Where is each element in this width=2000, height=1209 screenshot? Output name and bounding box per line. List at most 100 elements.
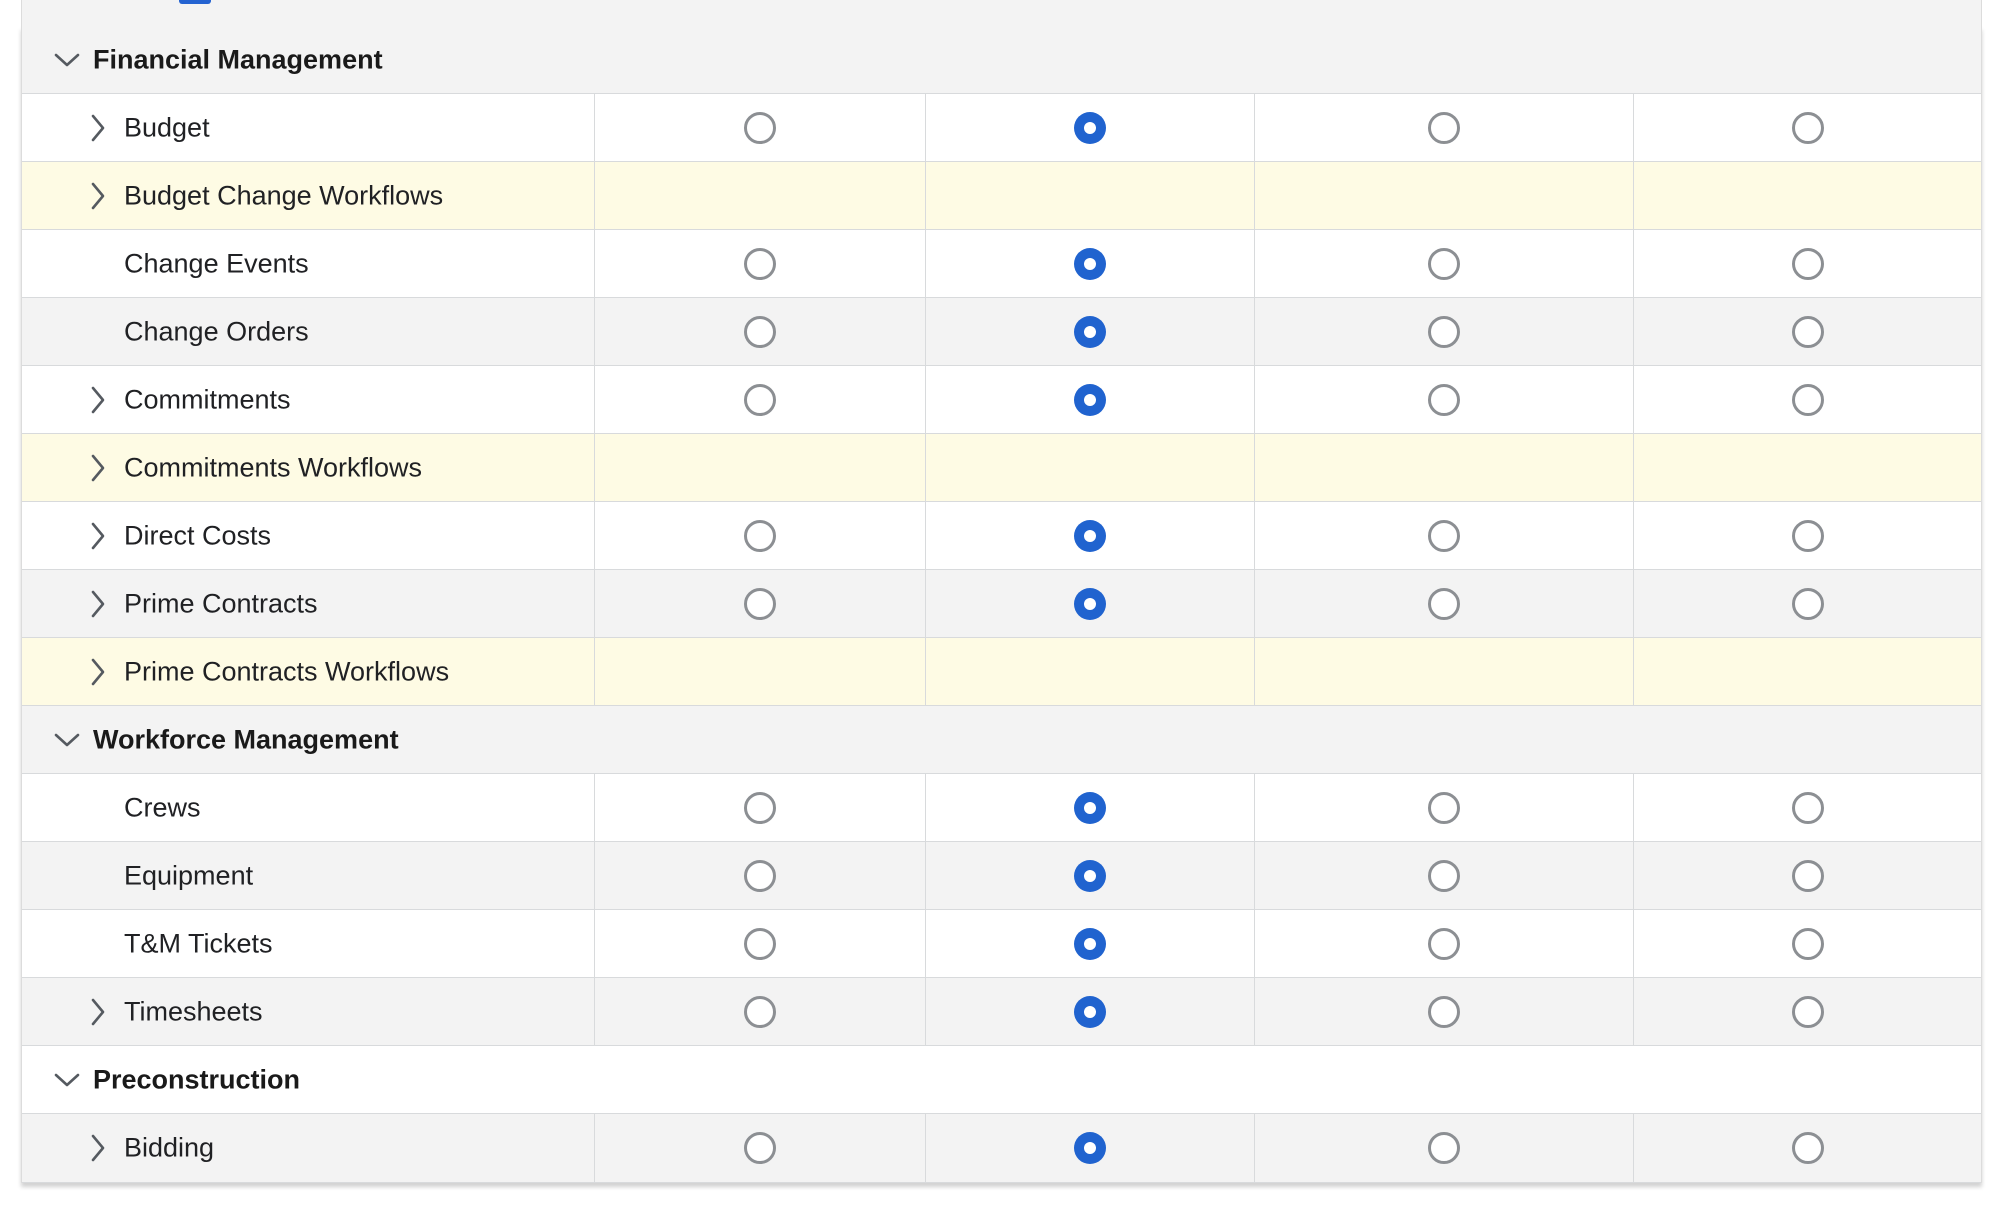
permissions-table: Financial Management Budget Budget Change … [21,26,1982,1183]
radio-option[interactable] [1791,315,1824,348]
radio-option[interactable] [1791,383,1824,416]
tool-row: Prime Contracts [22,570,1981,638]
checkbox[interactable] [179,0,211,4]
radio-option[interactable] [1428,1132,1460,1164]
tool-name-cell: Crews [22,774,594,841]
partial-row-above [21,0,1982,27]
radio-option[interactable] [744,995,776,1028]
radio-option[interactable] [1428,995,1460,1028]
radio-option[interactable] [744,315,776,348]
radio-selected[interactable] [1074,995,1106,1028]
radio-option[interactable] [1791,995,1824,1028]
radio-option[interactable] [1791,1132,1824,1164]
tool-name-cell: Commitments Workflows [22,434,594,501]
chevron-right-icon[interactable] [90,386,106,414]
radio-selected[interactable] [1074,519,1106,552]
permission-cell [1633,434,1981,501]
section-header[interactable]: Financial Management [22,26,1981,94]
radio-option[interactable] [1428,111,1460,144]
tool-label: Budget [124,112,210,142]
permission-cell [1254,842,1633,909]
radio-option[interactable] [1791,111,1824,144]
tool-name-cell: Timesheets [22,978,594,1045]
tool-row: Crews [22,774,1981,842]
radio-option[interactable] [1428,519,1460,552]
radio-option[interactable] [744,383,776,416]
permission-cell [594,434,925,501]
chevron-down-icon[interactable] [54,52,80,68]
chevron-right-icon[interactable] [90,658,106,686]
radio-option[interactable] [1428,315,1460,348]
radio-option[interactable] [744,791,776,824]
radio-option[interactable] [744,587,776,620]
radio-option[interactable] [1428,927,1460,960]
permission-cell [594,910,925,977]
permission-cell [925,230,1254,297]
workflow-row: Commitments Workflows [22,434,1981,502]
radio-option[interactable] [1428,859,1460,892]
radio-option[interactable] [744,519,776,552]
tool-label: Bidding [124,1132,215,1163]
permission-cell [594,638,925,705]
tool-label: Timesheets [124,996,263,1026]
tool-name-cell: Prime Contracts [22,570,594,637]
chevron-right-icon[interactable] [90,454,106,482]
radio-selected[interactable] [1074,247,1106,280]
section-title: Preconstruction [93,1064,301,1094]
radio-option[interactable] [744,1132,776,1164]
permission-cell [1633,230,1981,297]
radio-option[interactable] [1791,587,1824,620]
permission-cell [594,230,925,297]
permission-cell [925,162,1254,229]
chevron-right-icon[interactable] [90,590,106,618]
permission-cell [594,774,925,841]
permission-cell [1254,978,1633,1045]
permission-cell [1254,94,1633,161]
chevron-right-icon[interactable] [90,182,106,210]
radio-selected[interactable] [1074,111,1106,144]
radio-option[interactable] [1791,859,1824,892]
chevron-down-icon[interactable] [54,732,80,748]
permission-cell [925,366,1254,433]
chevron-right-icon[interactable] [90,998,106,1026]
radio-selected[interactable] [1074,791,1106,824]
radio-option[interactable] [1428,247,1460,280]
radio-selected[interactable] [1074,383,1106,416]
radio-selected[interactable] [1074,587,1106,620]
section-header[interactable]: Preconstruction [22,1046,1981,1114]
radio-option[interactable] [1791,247,1824,280]
radio-selected[interactable] [1074,859,1106,892]
permission-cell [925,774,1254,841]
permission-cell [1633,910,1981,977]
radio-option[interactable] [1791,519,1824,552]
radio-option[interactable] [1791,927,1824,960]
tool-label: Change Events [124,248,309,278]
tool-name-cell: Change Events [22,230,594,297]
radio-option[interactable] [1428,791,1460,824]
radio-option[interactable] [1791,791,1824,824]
tool-row: Timesheets [22,978,1981,1046]
permission-cell [1633,298,1981,365]
radio-option[interactable] [744,111,776,144]
tool-label: Equipment [124,860,254,890]
chevron-down-icon[interactable] [54,1072,80,1088]
section-header[interactable]: Workforce Management [22,706,1981,774]
permission-cell [594,298,925,365]
chevron-right-icon[interactable] [90,1134,106,1162]
permission-cell [594,366,925,433]
radio-option[interactable] [744,859,776,892]
radio-option[interactable] [1428,587,1460,620]
tool-name-cell: T&M Tickets [22,910,594,977]
chevron-right-icon[interactable] [90,522,106,550]
radio-selected[interactable] [1074,927,1106,960]
chevron-right-icon[interactable] [90,114,106,142]
tool-label: Crews [124,792,201,822]
permission-cell [1633,638,1981,705]
radio-option[interactable] [744,927,776,960]
radio-selected[interactable] [1074,315,1106,348]
tool-name-cell: Direct Costs [22,502,594,569]
radio-option[interactable] [744,247,776,280]
radio-selected[interactable] [1074,1132,1106,1164]
radio-option[interactable] [1428,383,1460,416]
permission-cell [925,434,1254,501]
